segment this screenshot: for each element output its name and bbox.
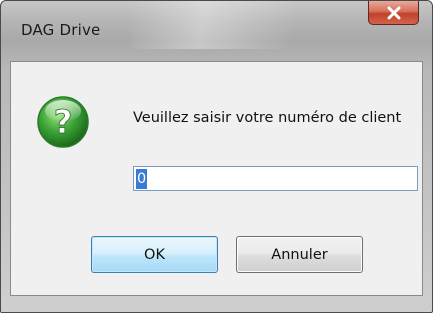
prompt-text: Veuillez saisir votre numéro de client <box>133 110 402 126</box>
client-number-input[interactable]: 0 <box>133 166 418 191</box>
window-title: DAG Drive <box>21 21 101 39</box>
svg-text:?: ? <box>54 103 73 141</box>
ok-button[interactable]: OK <box>91 236 218 273</box>
close-button[interactable] <box>368 1 419 25</box>
title-bar-glass <box>131 1 291 49</box>
dialog-window: DAG Drive ? Veuillez saisir votre numéro… <box>0 0 433 313</box>
dialog-body: ? Veuillez saisir votre numéro de client… <box>10 61 423 296</box>
close-icon <box>387 6 400 19</box>
cancel-button[interactable]: Annuler <box>236 236 363 273</box>
input-value-selected: 0 <box>136 169 148 189</box>
question-mark-icon: ? <box>37 96 89 148</box>
